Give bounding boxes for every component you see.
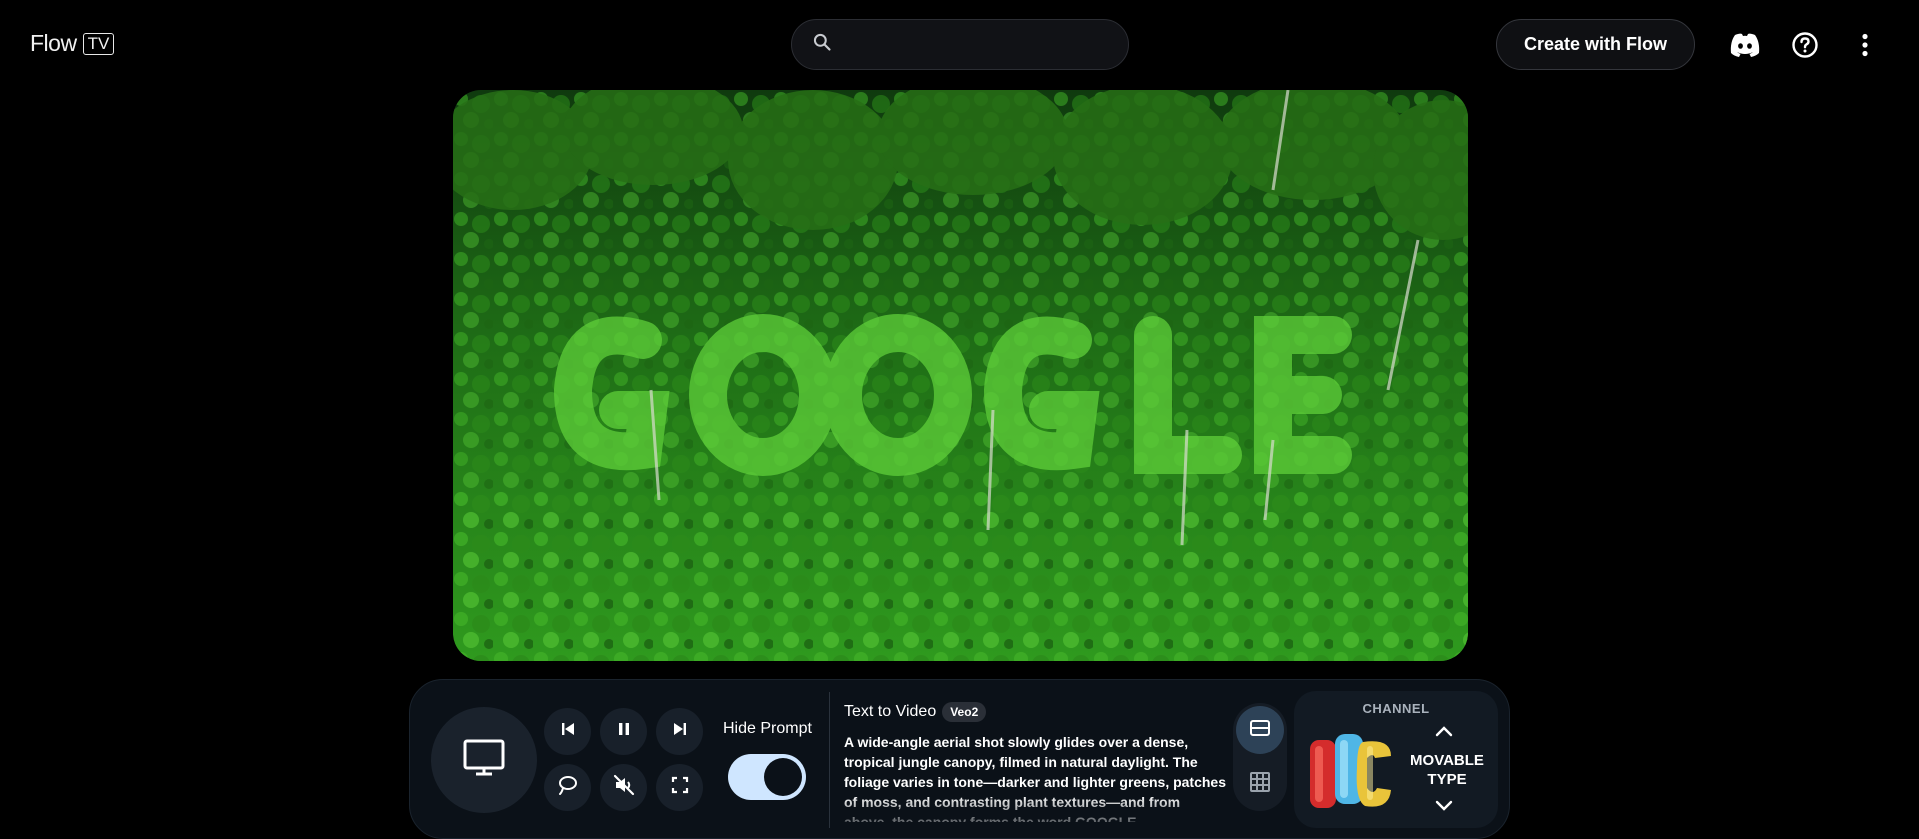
channel-name-line1: MOVABLE xyxy=(1410,752,1484,769)
help-icon[interactable] xyxy=(1784,24,1826,66)
skip-previous-icon xyxy=(560,721,576,742)
search-input[interactable] xyxy=(842,35,1102,54)
video-player[interactable] xyxy=(453,90,1468,661)
hide-prompt-label: Hide Prompt xyxy=(723,720,812,737)
chevron-down-icon xyxy=(1434,800,1454,817)
single-view-icon xyxy=(1249,719,1271,742)
fullscreen-icon xyxy=(671,776,689,799)
prompt-type: Text to Video xyxy=(844,703,937,720)
search-bar[interactable] xyxy=(791,19,1129,70)
grid-icon xyxy=(1249,771,1271,798)
search-icon xyxy=(812,32,832,57)
loop-button[interactable] xyxy=(544,764,591,811)
jungle-video-frame xyxy=(453,90,1468,661)
pause-icon xyxy=(616,721,632,742)
channel-name: MOVABLE TYPE xyxy=(1406,751,1488,789)
skip-previous-button[interactable] xyxy=(544,708,591,755)
more-vert-icon[interactable] xyxy=(1844,24,1886,66)
hide-prompt-toggle[interactable] xyxy=(728,754,806,800)
logo-badge: TV xyxy=(82,32,115,55)
player-control-bar: Hide Prompt Text to Video Veo2 A wide-an… xyxy=(409,679,1510,839)
tv-mode-button[interactable] xyxy=(431,707,537,813)
view-mode-switch xyxy=(1233,703,1287,811)
toggle-knob xyxy=(764,758,802,796)
prompt-header: Text to Video Veo2 xyxy=(844,702,987,722)
flow-tv-logo[interactable]: Flow TV xyxy=(30,30,115,57)
single-view-button[interactable] xyxy=(1236,706,1284,754)
channel-thumbnail[interactable] xyxy=(1307,728,1393,814)
pause-button[interactable] xyxy=(600,708,647,755)
model-badge: Veo2 xyxy=(942,702,987,722)
fullscreen-button[interactable] xyxy=(656,764,703,811)
chevron-up-icon xyxy=(1434,725,1454,742)
channel-selector: CHANNEL MOVABLE TYPE xyxy=(1294,691,1498,828)
create-with-flow-button[interactable]: Create with Flow xyxy=(1496,19,1695,70)
channel-name-line2: TYPE xyxy=(1427,771,1467,788)
logo-text: Flow xyxy=(30,30,77,56)
volume-muted-icon xyxy=(613,774,635,801)
channel-up-button[interactable] xyxy=(1434,724,1454,743)
grid-view-button[interactable] xyxy=(1236,760,1284,808)
discord-icon[interactable] xyxy=(1724,24,1766,66)
mute-button[interactable] xyxy=(600,764,647,811)
prompt-text: A wide-angle aerial shot slowly glides o… xyxy=(844,734,1227,822)
divider xyxy=(829,692,830,828)
skip-next-button[interactable] xyxy=(656,708,703,755)
channel-label: CHANNEL xyxy=(1362,701,1430,716)
loop-icon xyxy=(557,774,579,801)
skip-next-icon xyxy=(672,721,688,742)
channel-down-button[interactable] xyxy=(1434,799,1454,818)
tv-icon xyxy=(463,739,505,782)
